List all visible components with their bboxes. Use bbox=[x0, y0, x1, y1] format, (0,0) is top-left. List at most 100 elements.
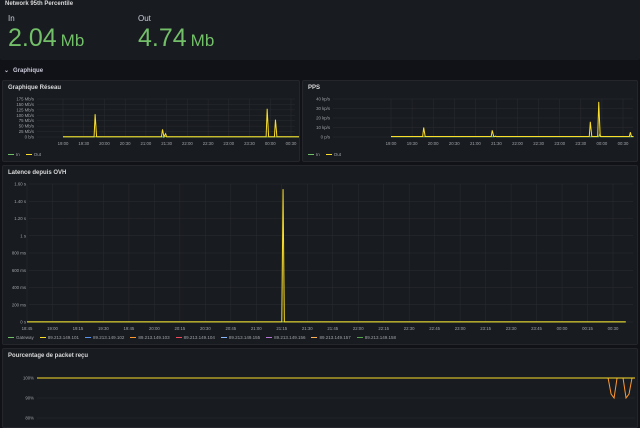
x-tick-label: 19:30 bbox=[407, 141, 418, 146]
chart-panel-latency: Latence depuis OVH 1.60 s 1.40 s 1.20 s1 s… bbox=[2, 165, 638, 345]
x-tick-label: 22:30 bbox=[533, 141, 544, 146]
y-tick-label: 1 s bbox=[20, 233, 26, 238]
y-tick-label: 25 Mb/s bbox=[19, 129, 34, 134]
x-tick-label: 19:45 bbox=[124, 326, 135, 331]
legend-item[interactable]: 89.213.149.104 bbox=[175, 335, 215, 340]
x-tick-label: 23:00 bbox=[554, 141, 565, 146]
legend-item[interactable]: 89.213.149.101 bbox=[39, 335, 79, 340]
legend-label: Out bbox=[33, 152, 42, 157]
x-tick-label: 18:45 bbox=[22, 326, 33, 331]
chart-panel-packets: Pourcentage de packet reçu 100% 90% 80% bbox=[2, 348, 638, 428]
legend-item[interactable]: 89.213.149.155 bbox=[220, 335, 261, 340]
legend-label: 89.213.149.157 bbox=[319, 335, 351, 340]
legend-label: In bbox=[16, 152, 20, 157]
x-tick-label: 19:00 bbox=[386, 141, 397, 146]
y-tick-label: 75 Mb/s bbox=[19, 118, 34, 123]
x-tick-label: 22:30 bbox=[203, 141, 214, 146]
x-tick-label: 20:45 bbox=[225, 326, 236, 331]
y-tick-label: 0 s bbox=[20, 320, 26, 325]
legend-swatch bbox=[8, 153, 14, 156]
x-tick-label: 19:30 bbox=[98, 326, 109, 331]
x-tick-label: 20:15 bbox=[174, 326, 185, 331]
legend-item[interactable]: Out bbox=[325, 152, 342, 157]
legend-swatch bbox=[39, 336, 46, 339]
x-tick-label: 21:00 bbox=[141, 141, 152, 146]
x-tick-label: 23:30 bbox=[244, 141, 255, 146]
legend-label: 89.213.149.104 bbox=[183, 335, 215, 340]
legend-swatch bbox=[311, 336, 318, 339]
x-tick-label: 21:00 bbox=[251, 326, 262, 331]
x-tick-label: 22:00 bbox=[512, 141, 523, 146]
legend-item[interactable]: In bbox=[8, 152, 20, 157]
legend-swatch bbox=[220, 336, 227, 339]
x-tick-label: 23:30 bbox=[575, 141, 586, 146]
x-tick-label: 22:30 bbox=[404, 326, 415, 331]
stat-value-in: 2.04 Mb bbox=[8, 24, 84, 53]
stat-number-in: 2.04 bbox=[8, 24, 57, 52]
x-tick-label: 23:15 bbox=[480, 326, 491, 331]
legend-item[interactable]: Out bbox=[25, 152, 42, 157]
x-tick-label: 21:45 bbox=[327, 326, 338, 331]
x-tick-label: 00:00 bbox=[597, 141, 608, 146]
x-tick-label: 21:30 bbox=[302, 326, 313, 331]
x-tick-label: 20:30 bbox=[200, 326, 211, 331]
row-title: Graphique bbox=[13, 68, 44, 74]
legend-label: In bbox=[316, 152, 320, 157]
legend-label: 89.213.149.156 bbox=[274, 335, 306, 340]
x-tick-label: 00:30 bbox=[618, 141, 629, 146]
x-tick-label: 21:30 bbox=[161, 141, 172, 146]
legend-swatch bbox=[325, 153, 332, 156]
y-tick-label: 1.60 s bbox=[14, 182, 26, 187]
legend-swatch bbox=[356, 336, 363, 339]
legend-item[interactable]: 89.213.149.102 bbox=[85, 335, 124, 340]
series-line-89-213-149-101 bbox=[27, 189, 626, 323]
x-tick-label: 20:00 bbox=[149, 326, 160, 331]
row-header[interactable]: ⌄ Graphique bbox=[4, 67, 43, 74]
legend-label: Out bbox=[333, 152, 342, 157]
y-tick-label: 40 kp/s bbox=[316, 97, 330, 102]
stat-value-out: 4.74 Mb bbox=[138, 24, 214, 53]
y-tick-label: 150 Mb/s bbox=[16, 102, 34, 107]
y-tick-label: 10 kp/s bbox=[316, 125, 330, 130]
chart-pps: 40 kp/s 30 kp/s 20 kp/s 10 kp/s 0 p/s 19:00 19… bbox=[316, 97, 634, 146]
chart-latency: 1.60 s 1.40 s 1.20 s 1 s 800 ms 600 ms 400 ms 2… bbox=[12, 182, 633, 331]
y-tick-label: 90% bbox=[25, 396, 34, 401]
x-tick-label: 22:00 bbox=[182, 141, 193, 146]
legend-label: 89.213.149.103 bbox=[138, 335, 170, 340]
legend-label: 89.213.149.155 bbox=[228, 335, 261, 340]
x-tick-label: 20:00 bbox=[428, 141, 439, 146]
legend-swatch bbox=[130, 336, 137, 339]
legend-label: 89.213.149.158 bbox=[364, 335, 397, 340]
x-tick-label: 19:00 bbox=[47, 326, 58, 331]
stat-number-out: 4.74 bbox=[138, 24, 187, 52]
y-tick-label: 175 Mb/s bbox=[16, 97, 34, 102]
x-tick-label: 20:00 bbox=[99, 141, 110, 146]
x-tick-label: 19:00 bbox=[58, 141, 69, 146]
x-tick-label: 19:30 bbox=[78, 141, 89, 146]
legend-item[interactable]: 89.213.149.157 bbox=[311, 335, 351, 340]
chart-network: 175 Mb/s150 Mb/s125 Mb/s100 Mb/s75 Mb/s5… bbox=[16, 97, 299, 146]
x-tick-label: 22:00 bbox=[353, 326, 364, 331]
stat-unit-out: Mb bbox=[190, 31, 215, 50]
chevron-down-icon[interactable]: ⌄ bbox=[4, 68, 9, 74]
x-tick-label: 21:15 bbox=[276, 326, 287, 331]
x-tick-label: 00:30 bbox=[608, 326, 619, 331]
legend-item[interactable]: 89.213.149.103 bbox=[130, 335, 170, 340]
legend: In Out bbox=[308, 152, 341, 157]
x-tick-label: 23:45 bbox=[531, 326, 542, 331]
x-tick-label: 00:00 bbox=[265, 141, 276, 146]
legend-item[interactable]: 89.213.149.158 bbox=[356, 335, 397, 340]
legend-item[interactable]: In bbox=[308, 152, 320, 157]
legend-item[interactable]: 89.213.149.156 bbox=[266, 335, 305, 340]
x-tick-label: 21:00 bbox=[470, 141, 481, 146]
x-tick-label: 00:00 bbox=[557, 326, 568, 331]
y-tick-label: 50 Mb/s bbox=[19, 124, 34, 129]
x-tick-label: 23:00 bbox=[223, 141, 234, 146]
legend-swatch bbox=[266, 336, 273, 339]
y-tick-label: 1.20 s bbox=[14, 216, 26, 221]
y-tick-label: 400 ms bbox=[12, 285, 26, 290]
x-tick-label: 23:00 bbox=[455, 326, 466, 331]
legend-item[interactable]: Gateway bbox=[8, 335, 34, 340]
legend: In Out bbox=[8, 152, 41, 157]
legend-swatch bbox=[8, 336, 14, 339]
